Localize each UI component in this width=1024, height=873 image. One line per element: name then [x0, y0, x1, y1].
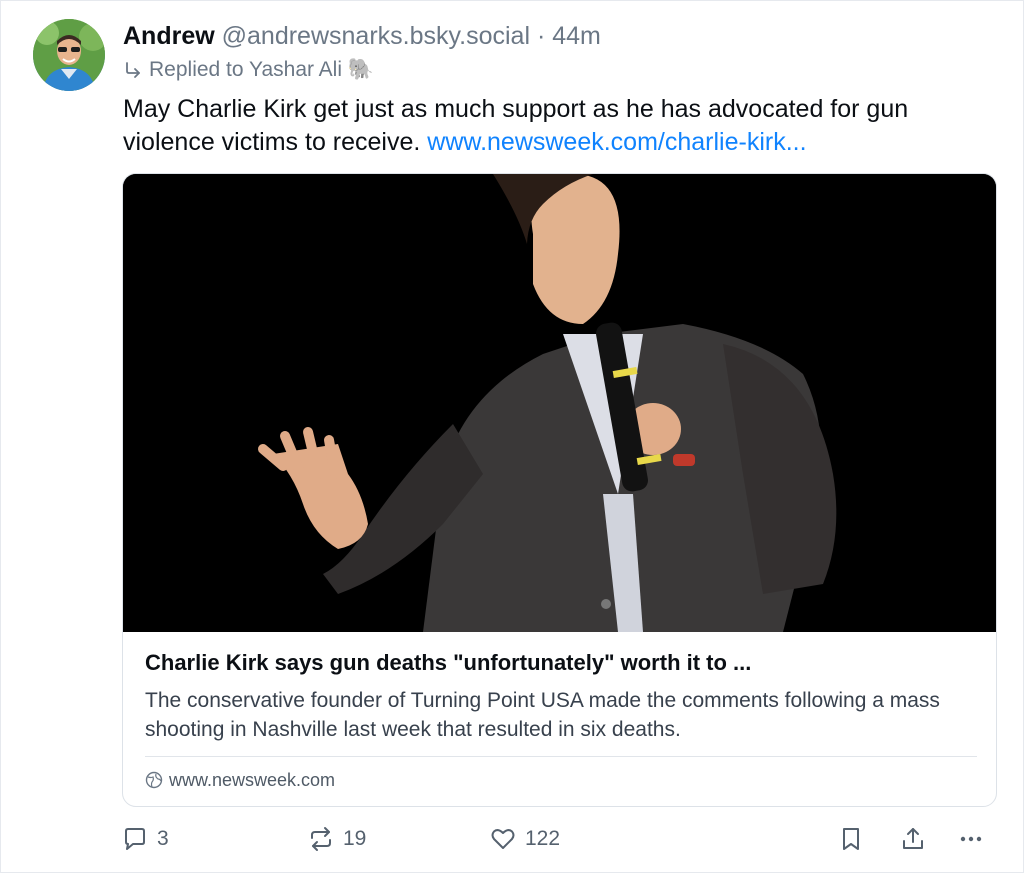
separator-dot: · — [536, 22, 546, 50]
display-name[interactable]: Andrew — [123, 22, 215, 50]
reply-button[interactable]: 3 — [121, 819, 169, 859]
post-header: Andrew @andrewsnarks.bsky.social · 44m — [123, 21, 601, 51]
card-divider — [145, 756, 977, 757]
bookmark-button[interactable] — [837, 819, 865, 859]
repost-button[interactable]: 19 — [307, 819, 366, 859]
card-title[interactable]: Charlie Kirk says gun deaths "unfortunat… — [145, 648, 985, 678]
repost-icon — [311, 827, 331, 851]
reply-count: 3 — [157, 827, 169, 850]
post-text: May Charlie Kirk get just as much suppor… — [123, 93, 1003, 159]
repost-count: 19 — [343, 827, 367, 850]
handle[interactable]: @andrewsnarks.bsky.social — [222, 22, 530, 50]
reply-arrow-icon — [126, 62, 140, 78]
reply-context-label: Replied to Yashar Ali 🐘 — [149, 58, 374, 81]
share-icon — [903, 828, 923, 849]
globe-icon — [145, 771, 163, 789]
more-options-button[interactable] — [957, 819, 985, 859]
post[interactable]: Andrew @andrewsnarks.bsky.social · 44m R… — [0, 0, 1024, 873]
card-domain: www.newsweek.com — [169, 770, 336, 790]
avatar-photo — [33, 19, 105, 91]
card-domain-row: www.newsweek.com — [145, 768, 335, 792]
like-button[interactable]: 122 — [489, 819, 560, 859]
like-icon — [491, 829, 515, 849]
share-button[interactable] — [899, 819, 927, 859]
timestamp[interactable]: 44m — [552, 22, 601, 50]
card-description: The conservative founder of Turning Poin… — [145, 689, 940, 741]
card-thumbnail — [123, 174, 996, 632]
reply-icon — [125, 828, 145, 850]
bookmark-icon — [843, 828, 859, 850]
post-link[interactable]: www.newsweek.com/charlie-kirk... — [427, 128, 806, 156]
like-count: 122 — [525, 827, 561, 850]
more-icon — [960, 836, 982, 842]
link-card[interactable]: Charlie Kirk says gun deaths "unfortunat… — [122, 173, 997, 807]
avatar[interactable] — [33, 19, 105, 91]
action-bar: 3 19 122 — [121, 819, 1001, 859]
reply-context[interactable]: Replied to Yashar Ali 🐘 — [123, 57, 374, 83]
